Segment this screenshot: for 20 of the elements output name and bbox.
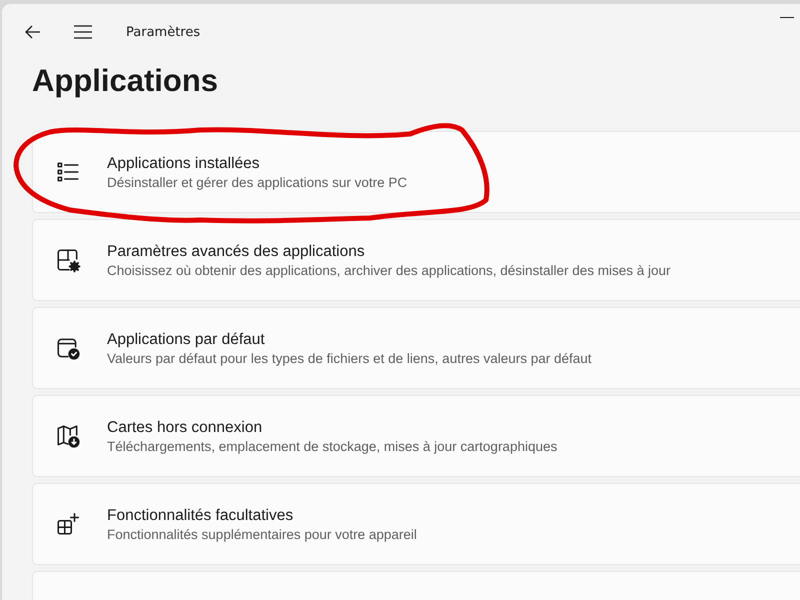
card-description: Désinstaller et gérer des applications sur votre PC <box>107 174 408 190</box>
card-title: Cartes hors connexion <box>107 418 264 436</box>
settings-card[interactable]: Paramètres avancés des applications Choisissez où obtenir des applications, archiver des applications, désinstaller des mises à jour <box>32 219 800 301</box>
window-title: Paramètres <box>126 24 200 40</box>
card-title: Paramètres avancés des applications <box>107 242 366 260</box>
card-title: Applications par défaut <box>107 330 266 348</box>
grid-plus-icon <box>55 511 81 537</box>
page-heading: Applications <box>32 63 220 100</box>
settings-card[interactable]: Cartes hors connexion Téléchargements, emplacement de stockage, mises à jour cartographiques <box>32 395 800 477</box>
card-description: Téléchargements, emplacement de stockage, mises à jour cartographiques <box>107 438 558 454</box>
card-description: Fonctionnalités supplémentaires pour votre appareil <box>107 526 417 542</box>
card-title: Applications installées <box>107 154 261 172</box>
settings-card[interactable]: Applications installées Désinstaller et gérer des applications sur votre PC <box>32 131 800 213</box>
settings-card[interactable]: Applications par défaut Valeurs par défaut pour les types de fichiers et de liens, autres valeurs par défaut <box>32 307 800 389</box>
card-description: Valeurs par défaut pour les types de fichiers et de liens, autres valeurs par défaut <box>107 350 592 366</box>
grid-gear-icon <box>55 247 81 273</box>
map-download-icon <box>55 423 81 449</box>
settings-card[interactable]: Fonctionnalités facultatives Fonctionnalités supplémentaires pour votre appareil <box>32 483 800 565</box>
card-description: Choisissez où obtenir des applications, archiver des applications, désinstaller des mises à jour <box>107 262 671 278</box>
card-title: Fonctionnalités facultatives <box>107 506 294 524</box>
